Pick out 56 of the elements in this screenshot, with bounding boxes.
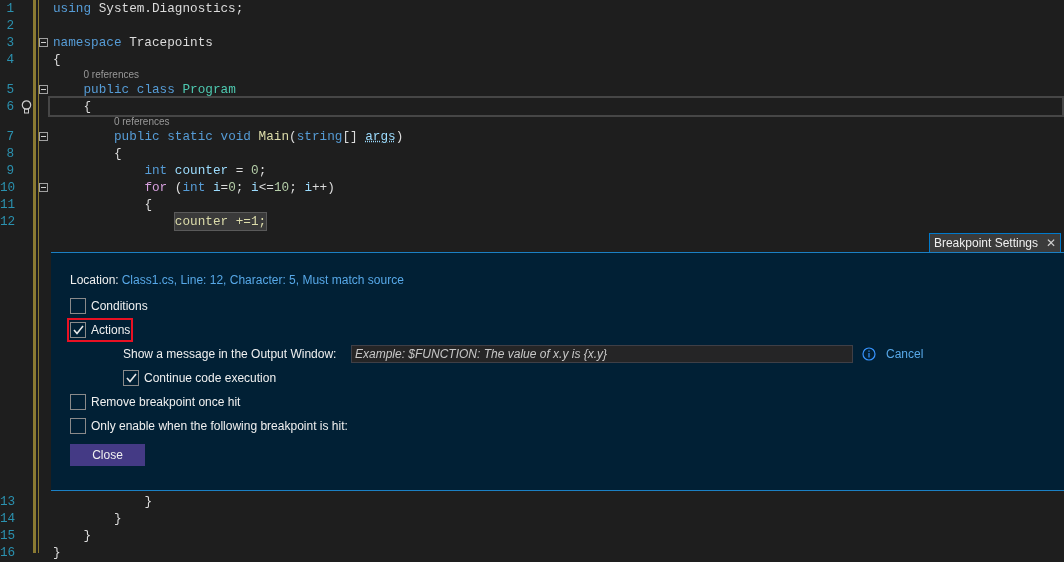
codelens-text[interactable]: 0 references: [113, 116, 170, 128]
line-number: 9: [5, 162, 14, 179]
codelens-text[interactable]: 0 references: [83, 69, 140, 81]
line-number: 5: [5, 81, 14, 98]
code-line: {: [50, 98, 1062, 115]
code-line: {: [53, 51, 61, 68]
line-number: 13: [0, 493, 14, 510]
location-label: Location:: [70, 271, 119, 289]
code-line: int counter = 0;: [143, 162, 267, 179]
line-number: 7: [5, 128, 14, 145]
line-number: 12: [0, 213, 14, 230]
code-line: using System.Diagnostics;: [53, 0, 244, 17]
line-number: 11: [0, 196, 14, 213]
line-number: 4: [5, 51, 14, 68]
line-number: 6: [5, 98, 14, 115]
close-icon[interactable]: ✕: [1046, 234, 1056, 252]
code-line: public class Program: [82, 81, 236, 98]
checkbox-label[interactable]: Conditions: [91, 297, 148, 315]
lightbulb-icon[interactable]: [21, 99, 32, 114]
close-button[interactable]: Close: [70, 444, 145, 466]
cancel-link[interactable]: Cancel: [886, 345, 924, 363]
line-number: 1: [5, 0, 14, 17]
checkbox[interactable]: [70, 322, 86, 338]
breakpoint-settings-tab[interactable]: Breakpoint Settings ✕: [928, 233, 1061, 252]
code-line: {: [143, 196, 152, 213]
code-line: public static void Main(string[] args): [112, 128, 404, 145]
code-line: namespace Tracepoints: [53, 34, 213, 51]
checkbox[interactable]: [123, 370, 139, 386]
location-link[interactable]: Class1.cs, Line: 12, Character: 5, Must match source: [121, 270, 404, 289]
line-number: 3: [5, 34, 14, 51]
checkbox-label[interactable]: Remove breakpoint once hit: [91, 393, 241, 411]
message-field[interactable]: Example: $FUNCTION: The value of x.y is {x.y}: [351, 345, 853, 363]
checkbox-label[interactable]: Only enable when the following breakpoint is hit:: [91, 417, 348, 435]
checkbox[interactable]: [70, 298, 86, 314]
collapse-icon[interactable]: [39, 85, 48, 94]
code-line: }: [112, 510, 122, 527]
line-number: 10: [0, 179, 14, 196]
line-number: 2: [5, 17, 14, 34]
line-number: 16: [0, 544, 14, 561]
checkbox-label[interactable]: Continue code execution: [144, 369, 277, 387]
checkbox[interactable]: [70, 394, 86, 410]
collapse-icon[interactable]: [39, 132, 48, 141]
code-line: for (int i=0; i<=10; i++): [143, 179, 335, 196]
message-label: Show a message in the Output Window:: [123, 346, 338, 363]
info-icon[interactable]: [862, 347, 876, 361]
line-number: 14: [0, 510, 14, 527]
code-line: }: [82, 527, 92, 544]
line-number: 8: [5, 145, 14, 162]
collapse-icon[interactable]: [39, 183, 48, 192]
checkbox[interactable]: [70, 418, 86, 434]
code-line: {: [112, 145, 122, 162]
collapse-icon[interactable]: [39, 38, 48, 47]
line-number: 15: [0, 527, 14, 544]
code-line: }: [143, 493, 152, 510]
code-line: }: [53, 544, 61, 561]
checkbox-label[interactable]: Actions: [91, 321, 131, 339]
